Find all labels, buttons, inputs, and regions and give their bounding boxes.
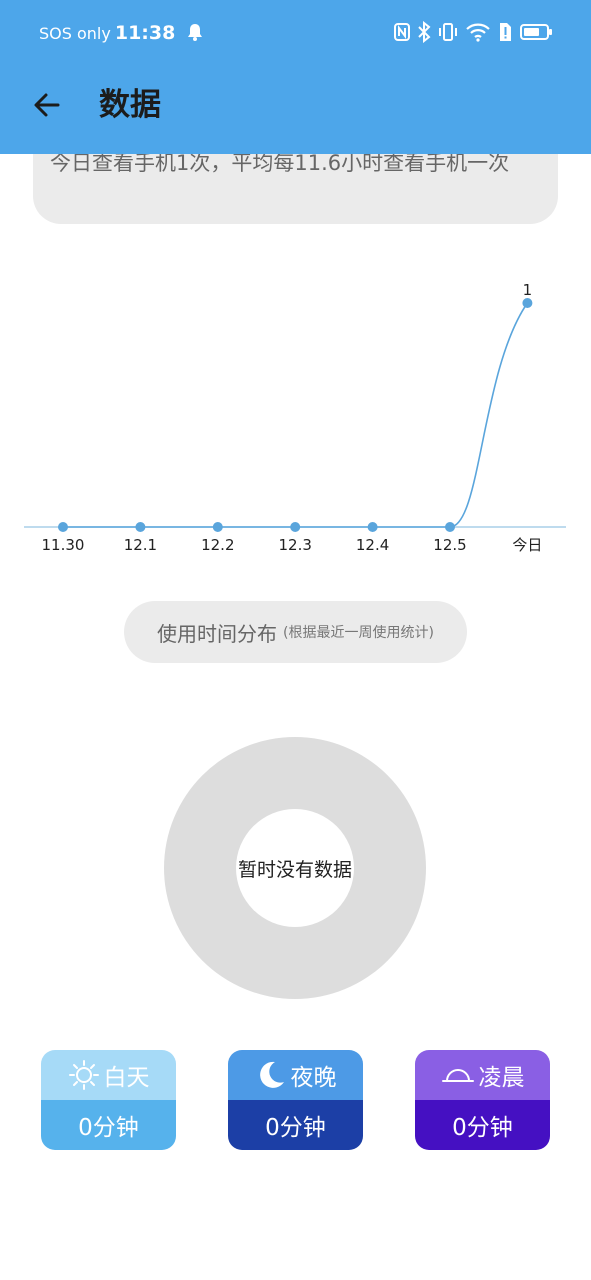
battery-icon xyxy=(520,24,552,40)
x-tick-label: 12.5 xyxy=(433,536,466,554)
wifi-icon xyxy=(466,23,490,42)
x-tick-label: 11.30 xyxy=(42,536,85,554)
page-title: 数据 xyxy=(99,87,161,123)
app-header: SOS only 11:38 数据 xyxy=(0,0,591,154)
bell-icon xyxy=(188,24,203,41)
early-morning-label: 凌晨 xyxy=(478,1065,525,1091)
clock-text: 11:38 xyxy=(114,22,176,44)
data-point xyxy=(290,522,301,532)
data-point xyxy=(212,522,223,532)
bluetooth-icon xyxy=(418,21,431,43)
night-value: 0分钟 xyxy=(228,1100,363,1150)
unlock-count-chart: 11.30 12.1 12.2 12.3 12.4 12.5 今日 1 xyxy=(0,240,591,580)
x-tick-label: 12.3 xyxy=(278,536,311,554)
x-tick-label: 12.2 xyxy=(201,536,234,554)
daytime-card-header: 白天 xyxy=(41,1050,176,1100)
status-left: SOS only 11:38 xyxy=(39,21,204,44)
status-bar: SOS only 11:38 xyxy=(0,0,591,66)
daytime-card[interactable]: 白天 0分钟 xyxy=(41,1050,176,1150)
data-point xyxy=(135,522,146,532)
vibrate-icon xyxy=(439,23,457,41)
sun-icon xyxy=(68,1060,99,1090)
status-right xyxy=(393,21,553,43)
night-label: 夜晚 xyxy=(290,1065,337,1091)
carrier-text: SOS only xyxy=(39,24,111,43)
distribution-header: 使用时间分布 (根据最近一周使用统计) xyxy=(124,601,467,663)
early-morning-card[interactable]: 凌晨 0分钟 xyxy=(415,1050,550,1150)
data-label: 1 xyxy=(523,281,533,299)
early-morning-value: 0分钟 xyxy=(415,1100,550,1150)
daytime-label: 白天 xyxy=(103,1065,150,1091)
distribution-subtitle: (根据最近一周使用统计) xyxy=(283,625,434,641)
no-data-text: 暂时没有数据 xyxy=(237,858,352,881)
data-point xyxy=(522,298,533,308)
moon-icon xyxy=(259,1061,284,1088)
early-morning-card-header: 凌晨 xyxy=(415,1050,550,1100)
night-card[interactable]: 夜晚 0分钟 xyxy=(228,1050,363,1150)
usage-donut-chart: 暂时没有数据 xyxy=(164,737,426,999)
line-chart: 11.30 12.1 12.2 12.3 12.4 12.5 今日 1 xyxy=(24,281,566,554)
distribution-title: 使用时间分布 xyxy=(157,621,278,646)
data-point xyxy=(445,522,455,532)
sunrise-icon xyxy=(441,1069,474,1082)
nfc-icon xyxy=(394,23,410,41)
arrow-left-icon xyxy=(34,93,60,117)
daytime-value: 0分钟 xyxy=(41,1100,176,1150)
x-tick-label: 12.1 xyxy=(124,536,157,554)
night-card-header: 夜晚 xyxy=(228,1050,363,1100)
donut-center: 暂时没有数据 xyxy=(236,809,354,927)
x-tick-label: 今日 xyxy=(512,536,542,554)
data-point xyxy=(367,522,378,532)
toolbar: 数据 xyxy=(0,70,591,142)
x-tick-label: 12.4 xyxy=(356,536,389,554)
series-line xyxy=(63,302,529,528)
back-button[interactable] xyxy=(24,82,70,128)
data-point xyxy=(58,522,68,532)
sim-alert-icon xyxy=(500,23,511,41)
